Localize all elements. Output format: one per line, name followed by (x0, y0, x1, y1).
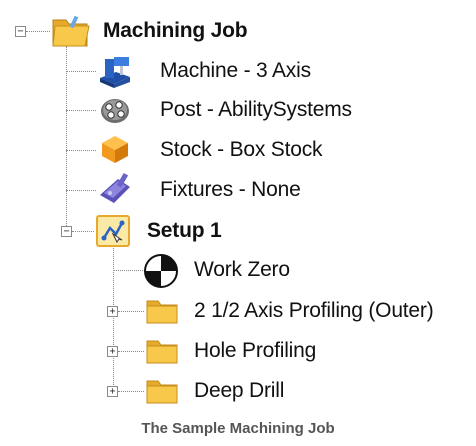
tree-view: − − + + + Machining Job Machine - 3 Axis (0, 0, 476, 446)
node-label: Post - AbilitySystems (160, 98, 352, 121)
collapse-root-toggle[interactable]: − (15, 26, 26, 37)
fixture-icon (96, 171, 134, 210)
tree-node-machining-job[interactable]: Machining Job (103, 11, 248, 51)
figure-caption: The Sample Machining Job (141, 420, 335, 437)
tree-line (26, 31, 50, 32)
folder-icon (145, 335, 179, 370)
expand-hole-profiling-toggle[interactable]: + (107, 346, 118, 357)
node-label: Work Zero (194, 258, 290, 281)
tree-line (66, 71, 96, 72)
node-label: Deep Drill (194, 379, 285, 402)
node-label: Fixtures - None (160, 178, 301, 201)
node-label: Machining Job (103, 19, 248, 42)
tree-node-setup-1[interactable]: Setup 1 (147, 211, 222, 251)
expand-deep-drill-toggle[interactable]: + (107, 386, 118, 397)
tree-line (72, 231, 94, 232)
work-zero-icon (143, 253, 179, 294)
machine-icon (96, 54, 134, 93)
tree-node-deep-drill[interactable]: Deep Drill (194, 371, 284, 411)
tree-node-work-zero[interactable]: Work Zero (194, 250, 290, 290)
folder-open-icon (50, 12, 92, 55)
expand-profiling-toggle[interactable]: + (107, 306, 118, 317)
tree-line (66, 190, 96, 191)
tree-node-hole-profiling[interactable]: Hole Profiling (194, 331, 316, 371)
tree-line-root (66, 46, 67, 234)
node-label: 2 1/2 Axis Profiling (Outer) (194, 299, 434, 322)
tree-node-fixtures[interactable]: Fixtures - None (160, 170, 301, 210)
setup-icon (95, 214, 131, 253)
folder-icon (145, 295, 179, 330)
tree-node-profiling-outer[interactable]: 2 1/2 Axis Profiling (Outer) (194, 291, 434, 331)
node-label: Stock - Box Stock (160, 138, 323, 161)
node-label: Machine - 3 Axis (160, 59, 311, 82)
tree-node-machine[interactable]: Machine - 3 Axis (160, 51, 311, 91)
tree-node-post[interactable]: Post - AbilitySystems (160, 90, 352, 130)
tree-line (118, 311, 144, 312)
tree-line (113, 270, 143, 271)
node-label: Hole Profiling (194, 339, 317, 362)
stock-box-icon (98, 132, 132, 171)
tree-line (118, 391, 144, 392)
folder-icon (145, 375, 179, 410)
tree-line (66, 110, 96, 111)
node-label: Setup 1 (147, 219, 222, 242)
post-processor-icon (98, 94, 132, 131)
tree-node-stock[interactable]: Stock - Box Stock (160, 130, 323, 170)
collapse-setup-toggle[interactable]: − (61, 226, 72, 237)
tree-line (66, 150, 96, 151)
tree-line (118, 351, 144, 352)
